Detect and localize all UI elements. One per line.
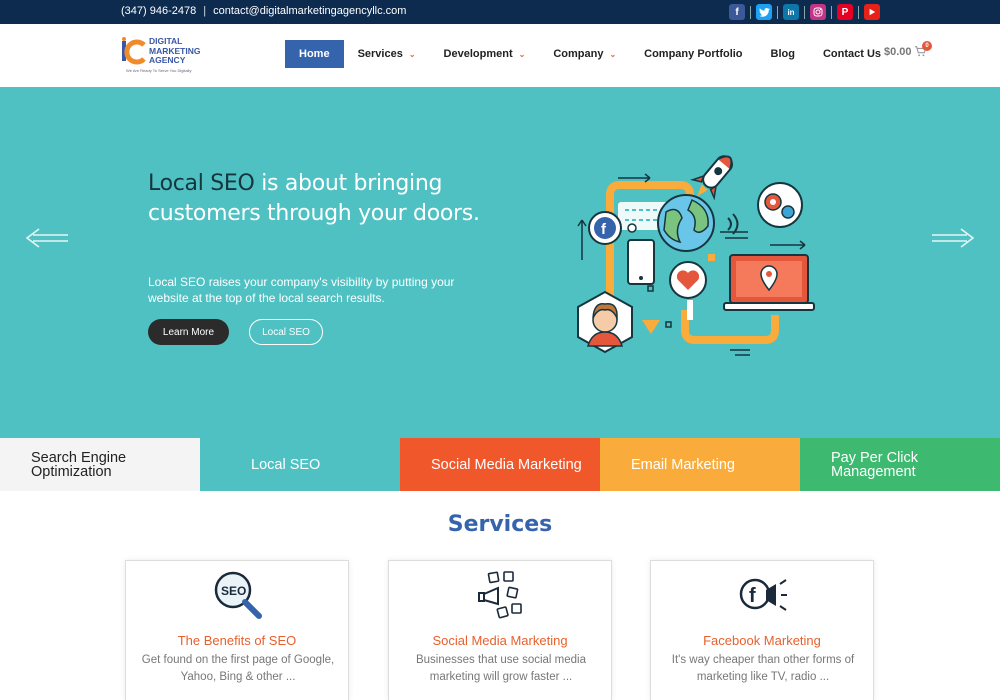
cart-button[interactable]: $0.00 0	[884, 41, 932, 58]
nav-development[interactable]: Development ⌄	[430, 40, 540, 68]
hero-headline-highlight: Local SEO	[148, 171, 255, 196]
local-seo-button[interactable]: Local SEO	[249, 319, 323, 345]
divider	[858, 5, 859, 19]
social-megaphone-icon	[478, 571, 522, 619]
nav-company-portfolio[interactable]: Company Portfolio	[630, 40, 756, 68]
tab-label: Email Marketing	[631, 456, 735, 473]
youtube-icon[interactable]	[864, 4, 880, 20]
service-card-description: It's way cheaper than other forms of mar…	[671, 654, 855, 683]
chevron-down-icon: ⌄	[408, 49, 416, 59]
slider-next-arrow-icon[interactable]	[931, 228, 975, 248]
nav-home[interactable]: Home	[285, 40, 344, 68]
chevron-down-icon: ⌄	[518, 49, 526, 59]
twitter-icon[interactable]	[756, 4, 772, 20]
hero-subtext: Local SEO raises your company's visibili…	[148, 275, 455, 305]
service-card-title[interactable]: Facebook Marketing	[651, 633, 873, 648]
tab-email-marketing[interactable]: Email Marketing	[600, 438, 800, 491]
service-card-title[interactable]: Social Media Marketing	[389, 633, 611, 648]
divider	[831, 5, 832, 19]
tab-label: Pay Per Click Management	[831, 449, 919, 480]
service-tabs: Search Engine Optimization Local SEO Soc…	[0, 438, 1000, 491]
service-card-facebook[interactable]: f Facebook Marketing It's way cheaper th…	[650, 560, 874, 700]
nav-contact-us[interactable]: Contact Us	[809, 40, 895, 68]
contact-info: (347) 946-2478 | contact@digitalmarketinga…	[121, 5, 406, 17]
tab-search-engine-optimization[interactable]: Search Engine Optimization	[0, 438, 200, 491]
tab-label: Local SEO	[251, 456, 321, 473]
divider	[750, 5, 751, 19]
nav-company[interactable]: Company ⌄	[539, 40, 630, 68]
logo-tagline: We Are Ready To Serve You Digitally	[126, 68, 192, 73]
hero-headline: Local SEO is about bringing customers th…	[148, 169, 498, 229]
svg-text:f: f	[749, 585, 756, 607]
slider-prev-arrow-icon[interactable]	[25, 228, 69, 248]
separator: |	[203, 5, 207, 17]
service-card-seo[interactable]: SEO The Benefits of SEO Get found on the…	[125, 560, 349, 700]
service-card-social-media[interactable]: Social Media Marketing Businesses that u…	[388, 560, 612, 700]
service-card-description: Businesses that use social media marketi…	[415, 654, 587, 683]
nav-blog[interactable]: Blog	[757, 40, 809, 68]
site-logo[interactable]: DIGITAL MARKETING AGENCY We Are Ready To…	[120, 35, 210, 75]
pinterest-icon[interactable]: P	[837, 4, 853, 20]
seo-magnifier-icon: SEO	[214, 571, 262, 619]
chevron-down-icon: ⌄	[609, 49, 617, 59]
learn-more-button[interactable]: Learn More	[148, 319, 229, 345]
nav-services[interactable]: Services ⌄	[344, 40, 430, 68]
service-card-title[interactable]: The Benefits of SEO	[126, 633, 348, 648]
tab-label: Social Media Marketing	[431, 456, 582, 473]
service-card-description: Get found on the first page of Google, Y…	[141, 654, 335, 683]
tab-local-seo[interactable]: Local SEO	[200, 438, 400, 491]
tab-pay-per-click-management[interactable]: Pay Per Click Management	[800, 438, 1000, 491]
divider	[804, 5, 805, 19]
email-link[interactable]: contact@digitalmarketingagencyllc.com	[213, 5, 406, 17]
divider	[777, 5, 778, 19]
linkedin-icon[interactable]: in	[783, 4, 799, 20]
facebook-icon[interactable]: f	[729, 4, 745, 20]
top-bar: (347) 946-2478 | contact@digitalmarketinga…	[0, 0, 1000, 24]
digital-marketing-illustration-icon: f	[577, 155, 815, 356]
cart-amount: $0.00	[884, 46, 912, 58]
site-header: DIGITAL MARKETING AGENCY We Are Ready To…	[0, 24, 1000, 87]
tab-label: Search Engine Optimization	[31, 449, 127, 480]
social-links: f in P	[729, 4, 880, 20]
cart-count-badge: 0	[922, 41, 932, 51]
nav-services-label: Services	[357, 48, 403, 60]
logo-text: DIGITAL MARKETING AGENCY	[149, 36, 200, 66]
svg-text:SEO: SEO	[221, 584, 246, 598]
nav-company-label: Company	[553, 48, 604, 60]
logo-line3: AGENCY	[149, 55, 186, 65]
phone-link[interactable]: (347) 946-2478	[121, 5, 196, 17]
facebook-megaphone-icon: f	[739, 578, 787, 611]
services-heading: Services	[447, 512, 553, 537]
main-nav: Home Services ⌄ Development ⌄ Company ⌄ Com…	[285, 40, 895, 68]
logo-mark-icon	[122, 37, 146, 65]
instagram-icon[interactable]	[810, 4, 826, 20]
tab-social-media-marketing[interactable]: Social Media Marketing	[400, 438, 600, 491]
hero-slider: Local SEO is about bringing customers th…	[0, 87, 1000, 438]
nav-development-label: Development	[443, 48, 513, 60]
